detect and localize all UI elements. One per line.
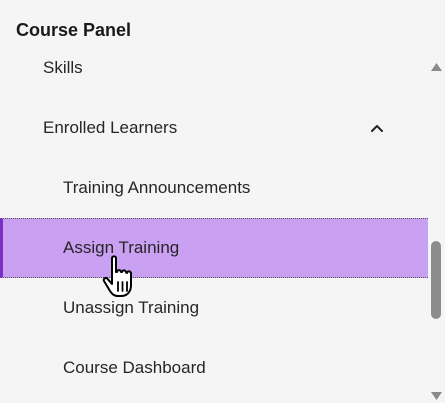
nav-item-enrolled-learners[interactable]: Enrolled Learners (0, 98, 428, 158)
nav-item-label: Skills (43, 58, 83, 77)
nav-item-training-announcements[interactable]: Training Announcements (0, 158, 428, 218)
nav-item-label: Course Dashboard (63, 358, 206, 377)
vertical-scrollbar[interactable] (428, 56, 445, 403)
nav-item-skills[interactable]: Skills (0, 38, 428, 98)
chevron-up-icon[interactable] (368, 119, 386, 137)
nav-item-unassign-training[interactable]: Unassign Training (0, 278, 428, 338)
nav-item-label: Assign Training (63, 238, 180, 257)
nav-item-label: Unassign Training (63, 298, 200, 317)
nav-item-course-dashboard[interactable]: Course Dashboard (0, 338, 428, 398)
scroll-up-arrow-icon[interactable] (430, 62, 443, 72)
scrollbar-thumb[interactable] (431, 241, 441, 319)
nav-item-assign-training[interactable]: Assign Training (0, 218, 428, 278)
scroll-down-arrow-icon[interactable] (430, 391, 443, 401)
course-panel: Course Panel Skills Enrolled Learners Tr… (0, 0, 445, 403)
nav-item-label: Enrolled Learners (43, 118, 178, 137)
nav-item-label: Training Announcements (63, 178, 251, 197)
course-nav: Skills Enrolled Learners Training Announ… (0, 38, 428, 403)
